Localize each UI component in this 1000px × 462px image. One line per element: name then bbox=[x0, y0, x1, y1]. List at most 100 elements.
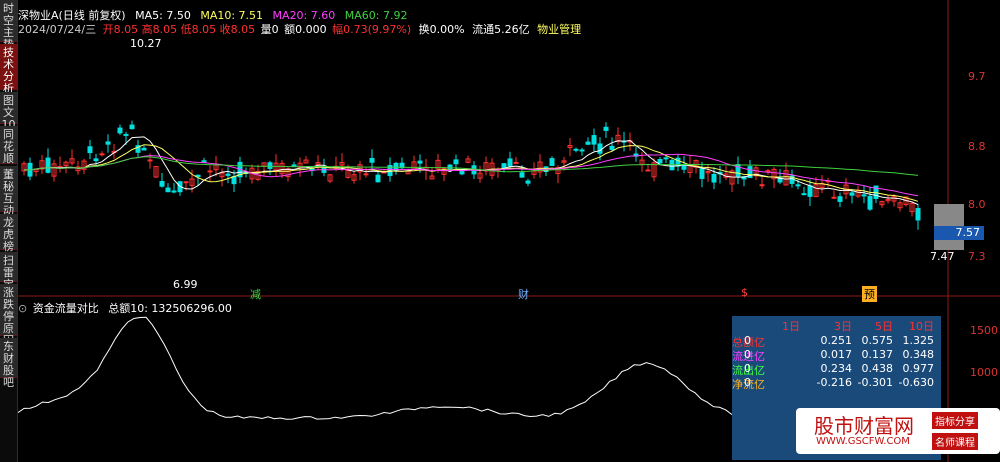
candle-body bbox=[765, 170, 771, 173]
sidebar-tab-4[interactable]: 董秘互动 bbox=[0, 166, 17, 217]
indicator-collapse-icon[interactable]: ⊙ bbox=[18, 302, 27, 315]
flow-cell: 0.977 bbox=[902, 362, 935, 375]
flow-cell: 0 bbox=[744, 348, 751, 361]
candle-body bbox=[699, 168, 705, 179]
flow-col-10d: 10日 bbox=[909, 320, 934, 333]
candle-body bbox=[117, 127, 123, 134]
candle-body bbox=[207, 170, 213, 173]
flow-row: 总额亿 0 0.251 0.575 1.325 bbox=[732, 334, 941, 349]
flow-cell: 0 bbox=[744, 376, 751, 389]
candle-body bbox=[861, 194, 867, 197]
candle-body bbox=[837, 196, 843, 202]
candle-body bbox=[795, 184, 801, 187]
sidebar-tab-0[interactable]: 时空主势 bbox=[0, 0, 17, 51]
flow-cell: 0.575 bbox=[861, 334, 894, 347]
watermark-tag1: 指标分享 bbox=[932, 412, 978, 429]
candle-body bbox=[759, 184, 765, 187]
sidebar: 时空主势技术分析图文10同花顺10董秘互动龙虎榜扫雷宝涨跌停原因东财股吧 bbox=[0, 0, 18, 462]
indicator-value: 总额10: 132506296.00 bbox=[108, 302, 232, 315]
low-label: 低8.05 bbox=[180, 23, 217, 36]
candle-body bbox=[363, 173, 369, 176]
candle-body bbox=[801, 193, 807, 196]
candle-body bbox=[123, 133, 129, 136]
flow-table-header: 1日 3日 5日 10日 bbox=[732, 318, 941, 333]
flow-cell: -0.216 bbox=[816, 376, 852, 389]
candle-body bbox=[849, 192, 855, 196]
candle-body bbox=[87, 146, 93, 154]
flow-cell: 1.325 bbox=[902, 334, 935, 347]
candle-body bbox=[267, 162, 273, 169]
sidebar-tab-1[interactable]: 技术分析 bbox=[0, 44, 17, 95]
candle-body bbox=[393, 162, 399, 171]
sidebar-tab-7[interactable]: 涨跌停原因 bbox=[0, 284, 17, 347]
sidebar-tab-3[interactable]: 同花顺10 bbox=[0, 126, 17, 177]
watermark-tag2: 名师课程 bbox=[932, 433, 978, 450]
candle-body bbox=[105, 141, 111, 145]
indicator-title: 资金流量对比 bbox=[32, 302, 99, 315]
flow-col-3d: 3日 bbox=[834, 320, 852, 333]
candle-body bbox=[585, 141, 591, 145]
marker-finance: 财 bbox=[518, 288, 529, 301]
flow-cell: 0 bbox=[744, 334, 751, 347]
float-label: 流通5.26亿 bbox=[472, 23, 530, 36]
amount-label: 额0.000 bbox=[284, 23, 327, 36]
flow-col-1d: 1日 bbox=[782, 320, 800, 333]
price-tick-4: 7.3 bbox=[968, 250, 986, 263]
high-price-label: 10.27 bbox=[130, 37, 162, 50]
flow-cell: 0.017 bbox=[820, 348, 853, 361]
flow-row: 流出亿 0 0.234 0.438 0.977 bbox=[732, 362, 941, 377]
candle-body bbox=[129, 124, 135, 130]
candle-body bbox=[603, 126, 609, 131]
candle-body bbox=[171, 190, 177, 193]
flow-cell: 0.137 bbox=[861, 348, 894, 361]
turnover-label: 换0.00% bbox=[418, 23, 465, 36]
header-line2: 2024/07/24/三 开8.05 高8.05 低8.05 收8.05 量0 … bbox=[18, 21, 587, 37]
marker-dividend: $ bbox=[741, 286, 748, 299]
candle-body bbox=[375, 174, 381, 183]
flow-cell: 0.348 bbox=[902, 348, 935, 361]
open-label: 开8.05 bbox=[102, 23, 139, 36]
candle-body bbox=[507, 158, 513, 167]
candle-body bbox=[417, 160, 423, 164]
flow-cell: -0.301 bbox=[857, 376, 893, 389]
candle-body bbox=[681, 164, 687, 170]
candle-body bbox=[915, 208, 921, 221]
current-price-tag: 7.57 bbox=[934, 226, 984, 240]
marker-reduce: 减 bbox=[250, 288, 261, 301]
candle-body bbox=[513, 161, 519, 164]
candle-body bbox=[657, 159, 663, 164]
flow-row: 流进亿 0 0.017 0.137 0.348 bbox=[732, 348, 941, 363]
candle-body bbox=[663, 157, 669, 160]
candle-body bbox=[807, 185, 813, 197]
candle-body bbox=[597, 143, 603, 154]
date-label: 2024/07/24/三 bbox=[18, 23, 97, 36]
candle-body bbox=[609, 145, 615, 150]
candle-body bbox=[159, 180, 165, 187]
sidebar-tab-5[interactable]: 龙虎榜 bbox=[0, 214, 17, 253]
volume-label: 量0 bbox=[260, 23, 279, 36]
candle-body bbox=[321, 167, 327, 173]
candle-body bbox=[525, 180, 531, 184]
sidebar-tab-2[interactable]: 图文10 bbox=[0, 92, 17, 131]
flow-row: 净流亿 0 -0.216 -0.301 -0.630 bbox=[732, 376, 941, 391]
sidebar-tab-6[interactable]: 扫雷宝 bbox=[0, 252, 17, 291]
last-price-tag: 7.47 bbox=[930, 250, 955, 263]
indicator-tick-1: 1500 bbox=[970, 324, 998, 337]
candle-body bbox=[519, 172, 525, 178]
sidebar-tab-8[interactable]: 东财股吧 bbox=[0, 338, 17, 389]
flow-col-5d: 5日 bbox=[875, 320, 893, 333]
price-tick-3: 8.0 bbox=[968, 198, 986, 211]
candle-body bbox=[141, 147, 147, 151]
candle-body bbox=[453, 159, 459, 165]
candle-body bbox=[711, 173, 717, 183]
watermark: 股市财富网 WWW.GSCFW.COM 指标分享 名师课程 bbox=[796, 408, 1000, 454]
indicator-tick-2: 1000 bbox=[970, 366, 998, 379]
candle-body bbox=[165, 187, 171, 193]
candle-body bbox=[867, 195, 873, 210]
chart-area[interactable]: 深物业A(日线 前复权) MA5: 7.50 MA10: 7.51 MA20: … bbox=[18, 0, 1000, 462]
candle-body bbox=[591, 135, 597, 145]
flow-cell: -0.630 bbox=[898, 376, 934, 389]
indicator-header: ⊙ 资金流量对比 总额10: 132506296.00 bbox=[18, 300, 238, 316]
candle-body bbox=[369, 157, 375, 163]
industry-label: 物业管理 bbox=[537, 23, 582, 36]
